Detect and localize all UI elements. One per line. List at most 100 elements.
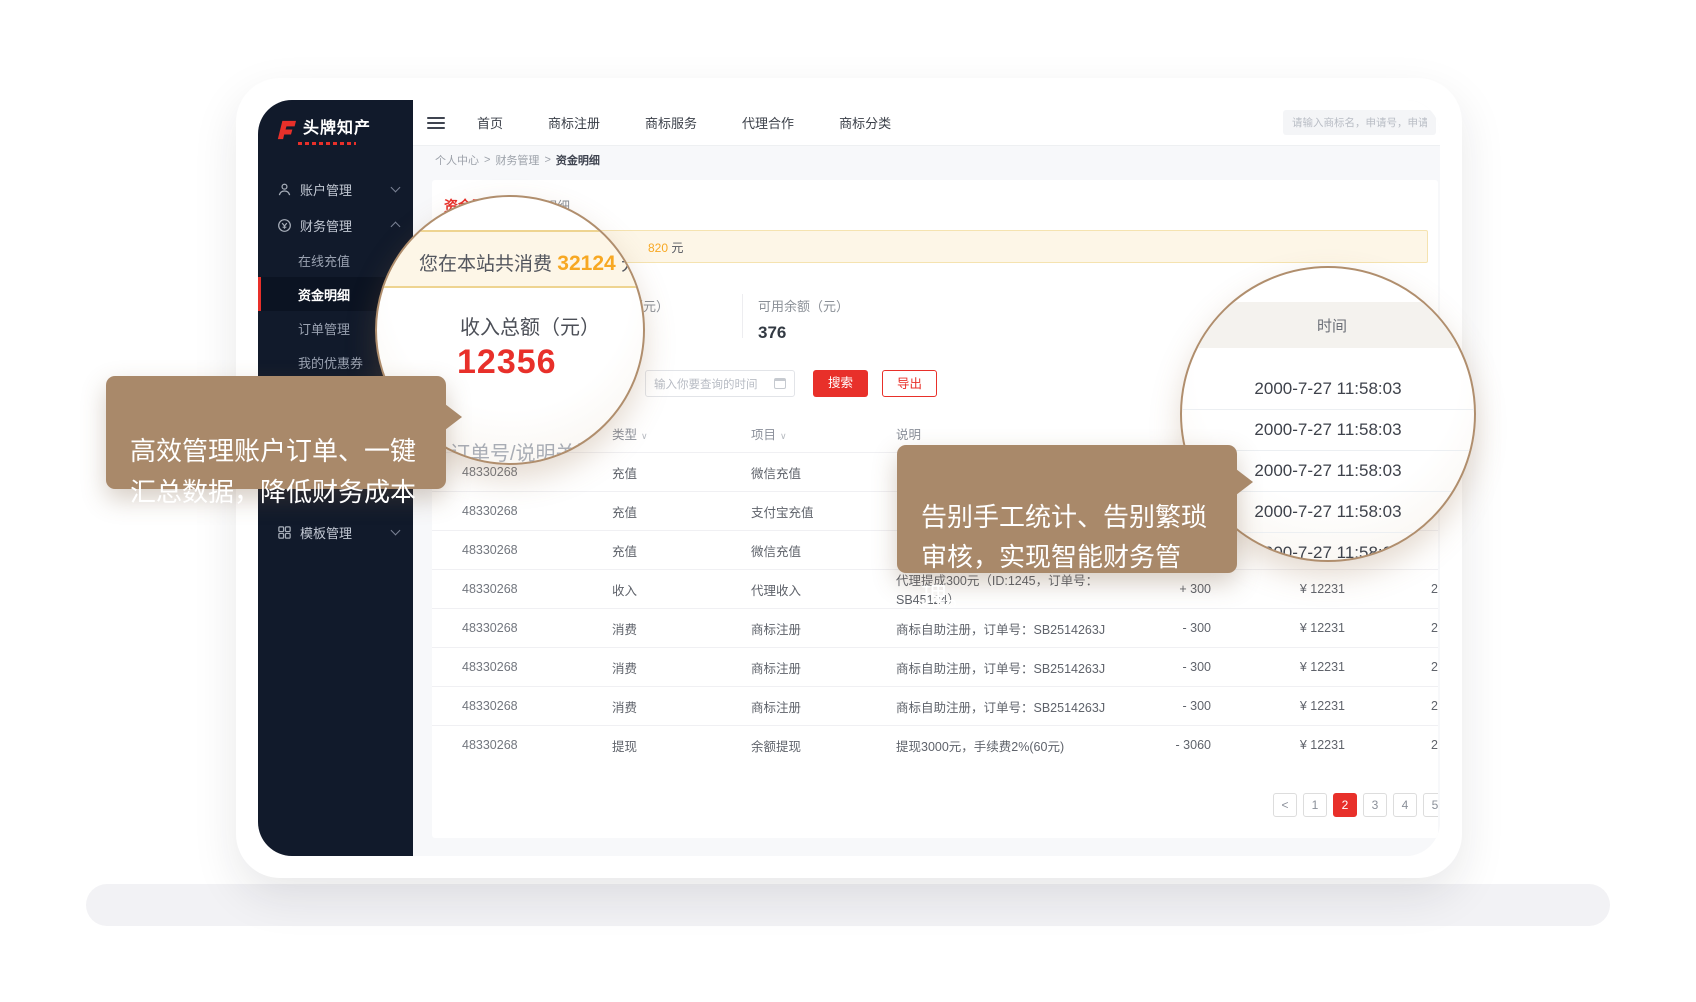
sidebar-item-模板管理[interactable]: 模板管理 (258, 514, 413, 550)
cell-time: 2000-7-27 11:58:03 (1345, 582, 1438, 596)
chevron-down-icon: ∨ (641, 431, 648, 441)
laptop-base (86, 884, 1610, 926)
col-header-类型[interactable]: 类型∨ (612, 424, 751, 443)
sidebar-item-账户管理[interactable]: 账户管理 (258, 171, 413, 207)
cell-order: 48330268 (462, 621, 612, 635)
calendar-icon (774, 378, 786, 389)
breadcrumb-item[interactable]: 财务管理 (495, 152, 539, 168)
magnified-time-value: 2000-7-27 11:58:03 (1182, 368, 1474, 409)
table-row[interactable]: 48330268提现余额提现提现3000元，手续费2%(60元)- 3060¥ … (432, 725, 1438, 764)
nav-link-代理合作[interactable]: 代理合作 (742, 113, 794, 132)
stat-balance-value: 376 (758, 323, 849, 343)
cell-order: 48330268 (462, 543, 612, 557)
nav-link-商标注册[interactable]: 商标注册 (548, 113, 600, 132)
breadcrumb-separator: > (484, 154, 490, 166)
logo-subtext-decoration (298, 142, 356, 145)
magnified-keyword-placeholder: 订单号/说明关键字 (450, 437, 616, 465)
trademark-search-input[interactable] (1283, 110, 1436, 135)
cell-balance: ¥ 12231 (1211, 699, 1345, 713)
sidebar-item-label: 账户管理 (300, 180, 352, 199)
cell-amount: - 300 (1136, 699, 1211, 713)
pagination-page-2[interactable]: 2 (1333, 793, 1357, 817)
magnified-banner-prefix: 您在本站共消费 (419, 254, 552, 275)
breadcrumb-item[interactable]: 资金明细 (556, 152, 600, 168)
sidebar-item-label: 模板管理 (300, 523, 352, 542)
nav-link-商标分类[interactable]: 商标分类 (839, 113, 891, 132)
pagination-prev-button[interactable]: < (1273, 793, 1297, 817)
pagination-page-5[interactable]: 5 (1423, 793, 1438, 817)
export-button[interactable]: 导出 (882, 370, 937, 397)
sidebar-item-label: 订单管理 (298, 319, 350, 338)
cell-type: 消费 (612, 658, 751, 677)
cell-time: 2000-7-27 11:58:03 (1345, 699, 1438, 713)
table-row[interactable]: 48330268消费商标注册商标自助注册，订单号：SB2514263J- 300… (432, 647, 1438, 686)
magnified-time-header: 时间 (1180, 302, 1476, 348)
magnified-income-value: 12356 (457, 343, 557, 382)
callout-left-text: 高效管理账户订单、一键 汇总数据，降低财务成本 (130, 436, 416, 507)
magnified-income-label: 收入总额（元） (460, 311, 600, 340)
table-row[interactable]: 48330268消费商标注册商标自助注册，订单号：SB2514263J- 300… (432, 686, 1438, 725)
cell-balance: ¥ 12231 (1211, 738, 1345, 752)
marketing-screenshot: 头牌知产 账户管理财务管理在线充值资金明细订单管理我的优惠券我的发票模板管理 首… (0, 0, 1696, 1002)
cell-project: 商标注册 (751, 697, 896, 716)
cell-amount: - 3060 (1136, 738, 1211, 752)
cell-type: 充值 (612, 502, 751, 521)
time-range-input[interactable]: 输入你要查询的时间 (645, 370, 795, 397)
cell-description: 商标自助注册，订单号：SB2514263J (896, 658, 1136, 677)
cell-time: 2000-7-27 11:58:03 (1345, 660, 1438, 674)
magnified-banner-value: 32124 (557, 252, 615, 275)
cell-amount: - 300 (1136, 621, 1211, 635)
sidebar-item-label: 在线充值 (298, 251, 350, 270)
cell-order: 48330268 (462, 699, 612, 713)
template-icon (277, 525, 292, 540)
cell-type: 消费 (612, 619, 751, 638)
cell-type: 充值 (612, 463, 751, 482)
cell-type: 消费 (612, 697, 751, 716)
callout-right: 告别手工统计、告别繁琐 审核，实现智能财务管 理。 (897, 445, 1237, 573)
stat-balance-label: 可用余额（元） (758, 296, 849, 315)
pagination-page-4[interactable]: 4 (1393, 793, 1417, 817)
magnified-banner-text: 您在本站共消费 32124 元 (419, 249, 640, 276)
sidebar-item-label: 财务管理 (300, 216, 352, 235)
topbar: 首页 商标注册 商标服务 代理合作 商标分类 (413, 100, 1440, 146)
cell-order: 48330268 (462, 660, 612, 674)
magnified-banner-unit: 元 (621, 254, 640, 275)
cell-order: 48330268 (462, 504, 612, 518)
cell-type: 提现 (612, 736, 751, 755)
user-icon (277, 182, 292, 197)
sidebar-item-label: 我的优惠券 (298, 353, 363, 372)
magnified-banner: 您在本站共消费 32124 元 (375, 230, 645, 288)
cell-description: 提现3000元，手续费2%(60元) (896, 736, 1136, 755)
breadcrumb-item[interactable]: 个人中心 (435, 152, 479, 168)
cell-balance: ¥ 12231 (1211, 660, 1345, 674)
cell-order: 48330268 (462, 582, 612, 596)
cell-description: 商标自助注册，订单号：SB2514263J (896, 697, 1136, 716)
cell-project: 微信充值 (751, 541, 896, 560)
cell-balance: ¥ 12231 (1211, 621, 1345, 635)
search-button[interactable]: 搜索 (813, 370, 868, 397)
chevron-down-icon: ∨ (780, 431, 787, 441)
logo-text: 头牌知产 (303, 120, 371, 138)
col-header-项目[interactable]: 项目∨ (751, 424, 896, 443)
nav-link-商标服务[interactable]: 商标服务 (645, 113, 697, 132)
pagination-page-1[interactable]: 1 (1303, 793, 1327, 817)
banner-amount: 820 (648, 241, 668, 255)
pagination: <12345> (1273, 793, 1438, 817)
nav-link-首页[interactable]: 首页 (477, 113, 503, 132)
hamburger-menu-icon[interactable] (427, 114, 445, 132)
col-header-说明[interactable]: 说明 (896, 424, 1136, 443)
finance-icon (277, 218, 292, 233)
cell-project: 余额提现 (751, 736, 896, 755)
cell-type: 收入 (612, 580, 751, 599)
callout-left: 高效管理账户订单、一键 汇总数据，降低财务成本 (106, 376, 446, 489)
top-nav: 首页 商标注册 商标服务 代理合作 商标分类 (477, 113, 891, 132)
stat-divider (742, 294, 743, 338)
chevron-down-icon (391, 526, 401, 536)
cell-order: 48330268 (462, 738, 612, 752)
pagination-page-3[interactable]: 3 (1363, 793, 1387, 817)
breadcrumb: 个人中心>财务管理>资金明细 (413, 146, 1440, 174)
callout-left-arrow (445, 404, 462, 430)
chevron-down-icon (391, 183, 401, 193)
cell-project: 支付宝充值 (751, 502, 896, 521)
cell-order: 48330268 (462, 465, 612, 479)
